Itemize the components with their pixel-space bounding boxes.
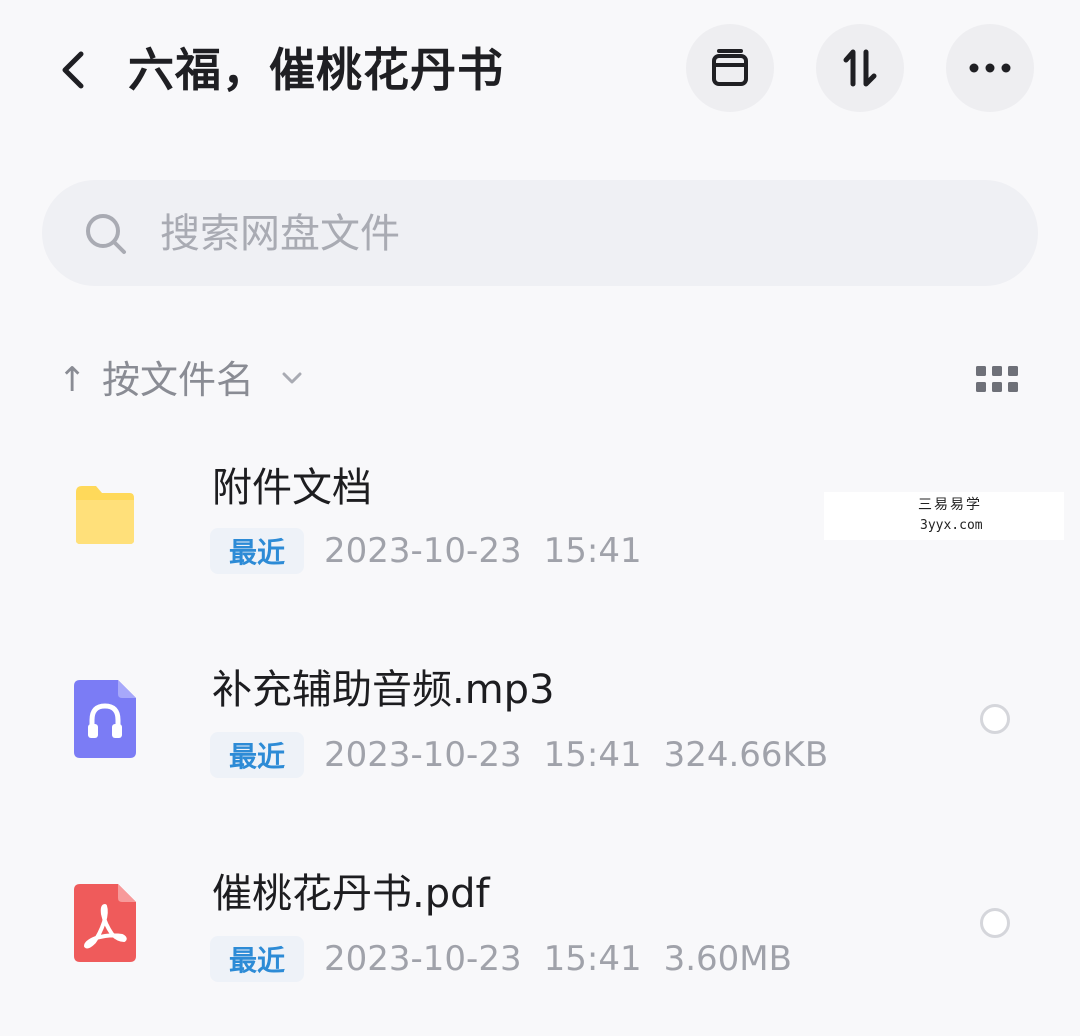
file-size: 3.60MB — [663, 939, 792, 979]
recent-badge: 最近 — [210, 936, 304, 982]
list-item[interactable]: 补充辅助音频.mp3 最近 2023-10-23 15:41 324.66KB — [0, 642, 1080, 832]
list-item[interactable]: 催桃花丹书.pdf 最近 2023-10-23 15:41 3.60MB — [0, 846, 1080, 1036]
search-placeholder: 搜索网盘文件 — [160, 211, 400, 257]
page-title: 六福，催桃花丹书 — [128, 43, 504, 97]
file-time: 15:41 — [543, 939, 642, 979]
more-button[interactable] — [946, 24, 1034, 112]
back-button[interactable] — [48, 44, 96, 96]
top-bar: 六福，催桃花丹书 — [0, 0, 1080, 140]
file-size: 324.66KB — [663, 735, 829, 775]
recent-badge: 最近 — [210, 528, 304, 574]
file-time: 15:41 — [543, 735, 642, 775]
folder-icon — [76, 486, 134, 544]
watermark-url: 3yyx.com — [920, 518, 983, 533]
back-icon — [62, 51, 84, 89]
file-date: 2023-10-23 — [324, 735, 522, 775]
file-meta: 2023-10-23 15:41 — [324, 528, 664, 574]
archive-icon — [712, 49, 748, 86]
file-date: 2023-10-23 — [324, 939, 522, 979]
sort-label[interactable]: 按文件名 — [102, 352, 254, 408]
pdf-file-icon — [74, 884, 136, 962]
file-meta: 2023-10-23 15:41 324.66KB — [324, 732, 850, 778]
select-radio[interactable] — [980, 704, 1010, 734]
sort-toggle-button[interactable] — [816, 24, 904, 112]
search-icon — [86, 214, 126, 254]
file-name: 附件文档 — [212, 465, 372, 511]
chevron-down-icon[interactable] — [280, 366, 304, 390]
more-icon — [969, 63, 1011, 73]
audio-file-icon — [74, 680, 136, 758]
file-name: 补充辅助音频.mp3 — [212, 667, 555, 713]
recent-badge: 最近 — [210, 732, 304, 778]
grid-view-icon[interactable] — [976, 366, 1018, 394]
select-radio[interactable] — [980, 908, 1010, 938]
file-time: 15:41 — [543, 531, 642, 571]
sort-direction-arrow[interactable]: ↑ — [58, 354, 87, 406]
sort-toggle-icon — [843, 49, 877, 87]
file-date: 2023-10-23 — [324, 531, 522, 571]
archive-button[interactable] — [686, 24, 774, 112]
file-name: 催桃花丹书.pdf — [212, 871, 490, 917]
file-meta: 2023-10-23 15:41 3.60MB — [324, 936, 814, 982]
watermark-text: 三易易学 — [918, 497, 982, 513]
